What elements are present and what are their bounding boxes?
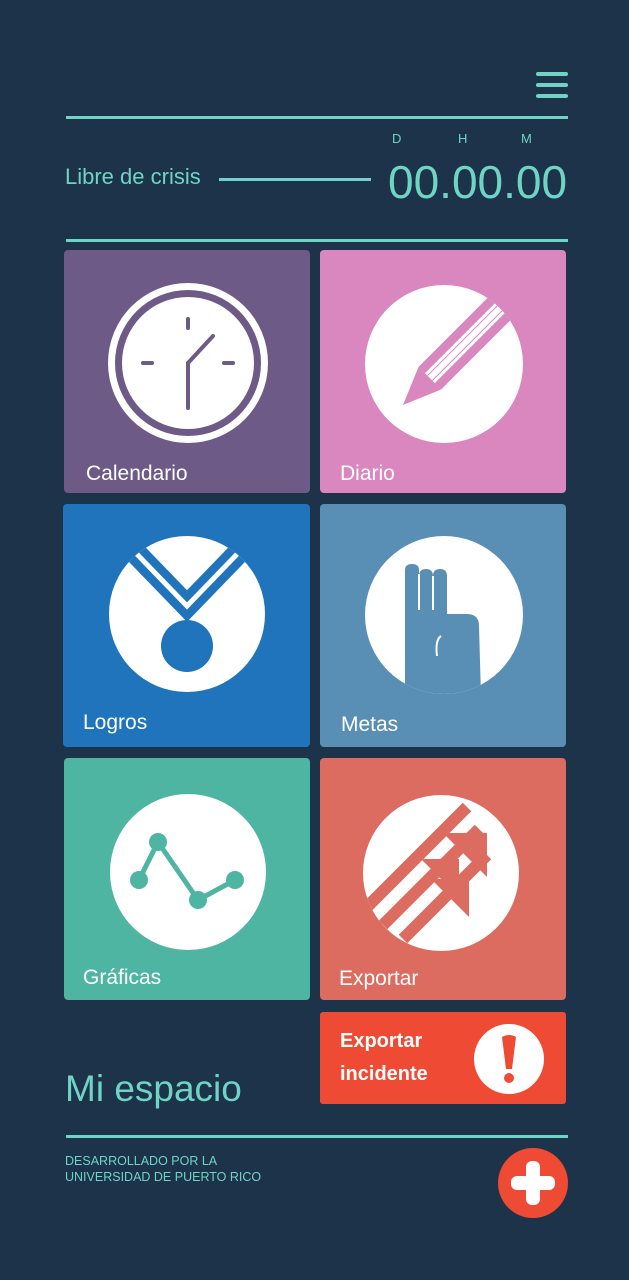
tile-label: Diario [340,462,395,485]
export-incident-label-line2: incidente [340,1063,428,1085]
tile-exportar[interactable]: Exportar [320,758,566,1000]
clock-icon [108,283,268,443]
tile-label: Calendario [86,462,188,485]
line-graph-icon [110,794,266,950]
minutes-unit-label: M [521,131,532,146]
exclamation-icon [474,1024,544,1094]
tile-label: Exportar [339,967,419,990]
tile-calendario[interactable]: Calendario [64,250,310,493]
hamburger-menu-icon [536,72,568,76]
developer-credit: DESARROLLADO POR LA UNIVERSIDAD DE PUERT… [65,1153,261,1185]
crisis-dash [219,178,371,181]
tile-graficas[interactable]: Gráficas [64,758,310,1000]
tile-metas[interactable]: Metas [320,504,566,747]
plus-icon [498,1148,568,1218]
hamburger-bar [536,83,568,87]
pencil-icon [365,285,523,443]
credit-line-2: UNIVERSIDAD DE PUERTO RICO [65,1170,262,1184]
section-title: Mi espacio [65,1068,242,1109]
timer-divider [66,239,568,242]
footer-divider [66,1135,568,1138]
hamburger-bar [536,94,568,98]
arrows-up-right-icon [363,795,519,951]
days-unit-label: D [392,131,402,146]
credit-line-1: DESARROLLADO POR LA [65,1154,218,1168]
crisis-free-label: Libre de crisis [65,164,201,189]
crisis-timer: 00.00.00 [388,156,568,208]
export-incident-button[interactable]: Exportar incidente [320,1012,566,1104]
hours-unit-label: H [458,131,468,146]
header-divider [66,116,568,119]
tile-label: Logros [83,711,148,734]
tile-logros[interactable]: Logros [63,504,310,747]
tile-label: Gráficas [83,966,162,989]
tile-label: Metas [341,713,399,736]
menu-button[interactable] [536,70,568,100]
tile-diario[interactable]: Diario [320,250,566,493]
export-incident-label-line1: Exportar [340,1030,423,1052]
hand-icon [365,536,523,694]
medal-icon [109,536,265,692]
add-button[interactable] [498,1148,568,1218]
